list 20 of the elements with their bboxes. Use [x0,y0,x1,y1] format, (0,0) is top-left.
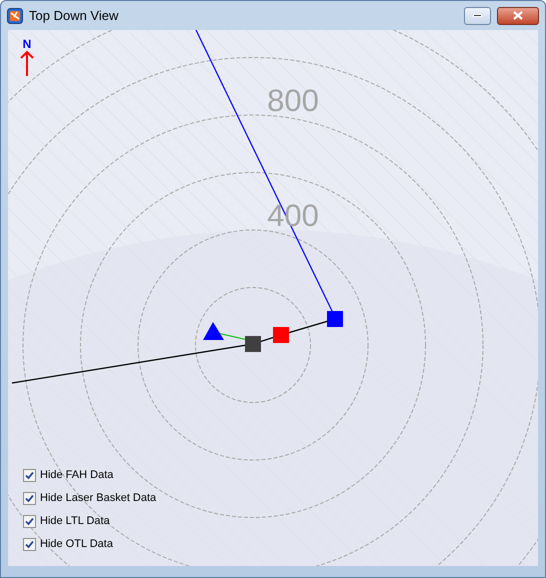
checkbox[interactable] [23,492,36,504]
checkbox-label: Hide OTL Data [40,536,113,552]
square-marker [327,311,343,327]
square-marker [245,336,261,352]
checkbox-label: Hide LTL Data [40,514,110,529]
app-icon [7,8,23,24]
checkbox-label: Hide Laser Basket Data [40,490,156,506]
square-marker [273,327,289,343]
checkbox-label: Hide FAH Data [40,468,114,483]
close-button[interactable] [497,6,539,24]
checkbox[interactable] [23,468,36,482]
close-icon [513,11,523,20]
checkbox[interactable] [23,538,36,550]
north-arrow-icon [20,50,34,76]
range-label: 800 [267,83,319,118]
window-title: Top Down View [29,6,120,25]
triangle-marker [203,322,224,340]
minimize-button[interactable] [464,6,491,24]
compass-label: N [22,38,32,50]
checkbox[interactable] [23,514,36,528]
